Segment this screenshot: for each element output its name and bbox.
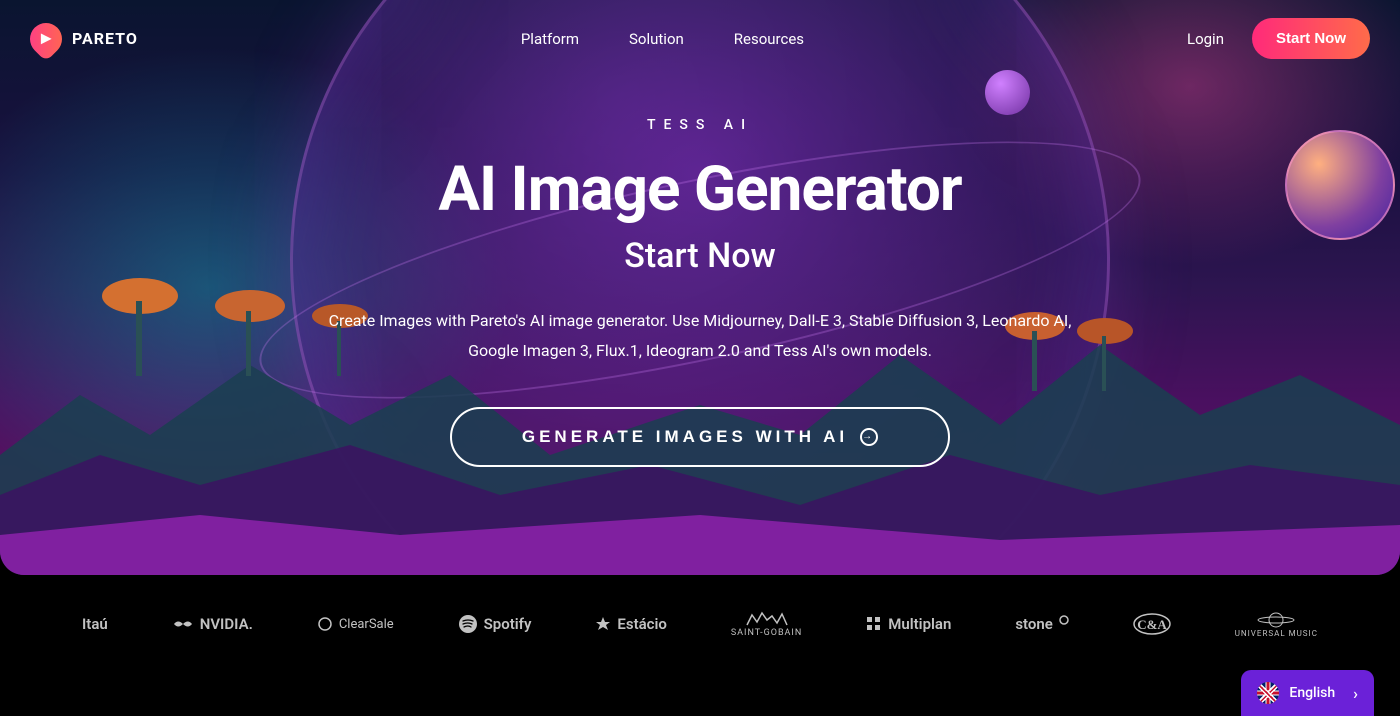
- hero-eyebrow: TESS AI: [0, 117, 1400, 133]
- logo-icon: ▶: [23, 16, 68, 61]
- hero-section: ▶ PARETO Platform Solution Resources Log…: [0, 0, 1400, 575]
- logo-text: PARETO: [72, 29, 138, 48]
- arrow-right-icon: →: [860, 428, 878, 446]
- cta-label: GENERATE IMAGES WITH AI: [522, 427, 848, 447]
- header-right: Login Start Now: [1187, 18, 1370, 59]
- nav-resources[interactable]: Resources: [734, 30, 804, 48]
- logo-saint-gobain: SAINT-GOBAIN: [731, 610, 802, 638]
- logo-clearsale: ClearSale: [317, 616, 394, 632]
- hero-subtitle: Start Now: [0, 236, 1400, 276]
- nav-platform[interactable]: Platform: [521, 30, 579, 48]
- logo-nvidia: NVIDIA.: [172, 615, 253, 633]
- chevron-right-icon: ›: [1353, 684, 1358, 703]
- logo-universal: UNIVERSAL MUSIC: [1235, 611, 1318, 638]
- logo-itau: Itaú: [82, 615, 108, 633]
- language-label: English: [1289, 685, 1335, 701]
- logo-spotify: Spotify: [458, 614, 532, 634]
- header: ▶ PARETO Platform Solution Resources Log…: [0, 0, 1400, 77]
- svg-text:C&A: C&A: [1137, 617, 1167, 632]
- start-now-button[interactable]: Start Now: [1252, 18, 1370, 59]
- logo-stone: stone: [1015, 615, 1069, 633]
- partner-logos: Itaú NVIDIA. ClearSale Spotify Estácio S…: [0, 575, 1400, 673]
- logo-cea: C&A: [1133, 613, 1171, 635]
- logo[interactable]: ▶ PARETO: [30, 23, 138, 55]
- language-selector[interactable]: English ›: [1241, 670, 1374, 716]
- login-link[interactable]: Login: [1187, 30, 1224, 48]
- generate-images-button[interactable]: GENERATE IMAGES WITH AI →: [450, 407, 950, 467]
- hero-description: Create Images with Pareto's AI image gen…: [325, 306, 1075, 367]
- nav-solution[interactable]: Solution: [629, 30, 684, 48]
- hero-content: TESS AI AI Image Generator Start Now Cre…: [0, 77, 1400, 467]
- uk-flag-icon: [1257, 682, 1279, 704]
- logo-estacio: Estácio: [595, 615, 666, 633]
- main-nav: Platform Solution Resources: [521, 30, 804, 48]
- logo-multiplan: Multiplan: [866, 615, 951, 633]
- hero-title: AI Image Generator: [0, 153, 1400, 226]
